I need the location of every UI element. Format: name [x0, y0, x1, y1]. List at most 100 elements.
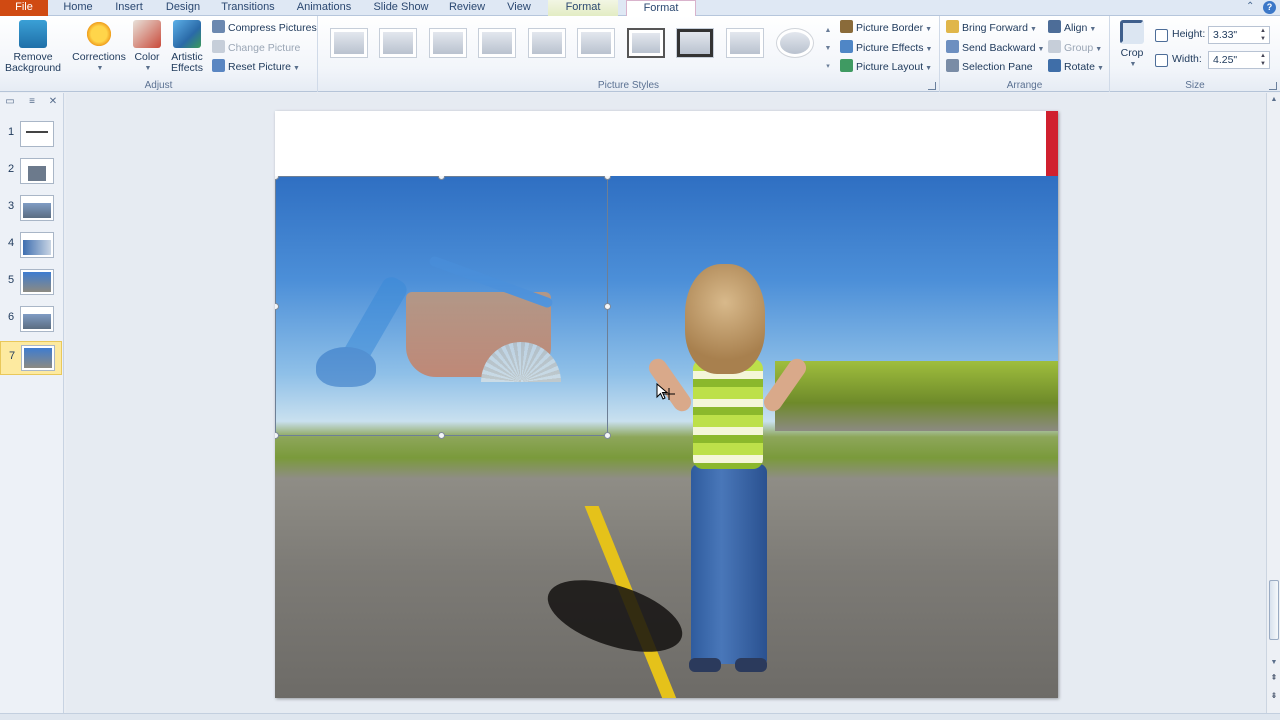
crop-button[interactable]: Crop ▼ — [1116, 20, 1148, 70]
slides-tab-icon[interactable]: ▭ — [4, 97, 16, 107]
send-backward-button[interactable]: Send Backward ▼ — [946, 40, 1044, 57]
group-button[interactable]: Group ▼ — [1048, 40, 1102, 57]
picture-style-1[interactable] — [330, 28, 368, 58]
group-icon — [1048, 40, 1061, 53]
slide-thumbnail-2[interactable]: 2 — [0, 155, 62, 189]
picture-style-8[interactable] — [676, 28, 714, 58]
color-button[interactable]: Color ▼ — [131, 20, 163, 74]
picture-style-4[interactable] — [478, 28, 516, 58]
tab-animations[interactable]: Animations — [292, 0, 356, 16]
height-value: 3.33" — [1213, 29, 1238, 41]
rotate-button[interactable]: Rotate ▼ — [1048, 59, 1104, 76]
tab-insert[interactable]: Insert — [110, 0, 148, 16]
slide-canvas[interactable] — [275, 111, 1058, 698]
height-spinner[interactable]: ▲ ▼ — [1260, 27, 1268, 43]
picture-border-button[interactable]: Picture Border ▼ — [840, 20, 932, 37]
tab-review[interactable]: Review — [446, 0, 488, 16]
tab-home[interactable]: Home — [60, 0, 96, 16]
compress-icon — [212, 20, 225, 33]
size-group: Crop ▼ Height: 3.33" ▲ ▼ Width: 4.25" ▲ ▼ … — [1110, 16, 1280, 92]
height-label: Height: — [1172, 28, 1206, 40]
chevron-down-icon: ▼ — [1029, 26, 1037, 33]
tab-slide-show[interactable]: Slide Show — [370, 0, 432, 16]
girl-road-photo[interactable] — [275, 176, 1058, 698]
compress-pictures-button[interactable]: Compress Pictures — [212, 20, 317, 37]
resize-handle-sw[interactable] — [275, 432, 279, 439]
tab-format-drawing[interactable]: Format — [548, 0, 618, 16]
slide-thumbnail-4[interactable]: 4 — [0, 229, 62, 263]
align-icon — [1048, 20, 1061, 33]
picture-style-5[interactable] — [528, 28, 566, 58]
resize-handle-se[interactable] — [604, 432, 611, 439]
remove-background-button[interactable]: Remove Background — [4, 20, 62, 74]
resize-handle-ne[interactable] — [604, 176, 611, 180]
scroll-down-icon[interactable]: ▼ — [1267, 656, 1280, 670]
gallery-up-icon[interactable]: ▲ — [823, 22, 833, 40]
bring-forward-label: Bring Forward — [962, 22, 1028, 34]
slide-thumbnail-7[interactable]: 7 — [0, 341, 62, 375]
tab-transitions[interactable]: Transitions — [218, 0, 278, 16]
change-picture-button[interactable]: Change Picture — [212, 40, 300, 57]
chevron-down-icon: ▼ — [925, 65, 933, 72]
outline-tab-icon[interactable]: ≡ — [26, 97, 38, 107]
artistic-effects-icon — [173, 20, 201, 48]
slide-thumbnail-1[interactable]: 1 — [0, 118, 62, 152]
width-spinner[interactable]: ▲ ▼ — [1260, 52, 1268, 68]
corrections-button[interactable]: Corrections ▼ — [70, 20, 128, 74]
vertical-scrollbar[interactable]: ▲ ▼ ⇞ ⇟ — [1266, 93, 1280, 713]
picture-style-6[interactable] — [577, 28, 615, 58]
picture-style-10[interactable] — [776, 28, 814, 58]
picture-styles-dialog-launcher-icon[interactable] — [928, 82, 936, 90]
help-icon[interactable]: ? — [1263, 1, 1276, 14]
slide-number: 6 — [8, 311, 15, 323]
height-icon — [1155, 29, 1168, 42]
picture-style-7[interactable] — [627, 28, 665, 58]
adjust-group-label: Adjust — [144, 80, 173, 91]
slide-thumbnail-5[interactable]: 5 — [0, 266, 62, 300]
artistic-effects-button[interactable]: Artistic Effects — [166, 20, 208, 74]
artistic-effects-label: Artistic Effects — [171, 51, 203, 74]
height-input[interactable]: 3.33" ▲ ▼ — [1208, 26, 1270, 44]
close-pane-icon[interactable]: ✕ — [47, 97, 59, 107]
previous-slide-icon[interactable]: ⇞ — [1267, 673, 1280, 687]
picture-style-9[interactable] — [726, 28, 764, 58]
tab-view[interactable]: View — [502, 0, 536, 16]
picture-style-2[interactable] — [379, 28, 417, 58]
width-input[interactable]: 4.25" ▲ ▼ — [1208, 51, 1270, 69]
selected-bucket-picture[interactable] — [275, 176, 611, 439]
bring-forward-icon — [946, 20, 959, 33]
picture-style-3[interactable] — [429, 28, 467, 58]
gallery-more-icon[interactable]: ▾ — [823, 58, 833, 76]
slide-preview — [20, 121, 54, 147]
tab-file[interactable]: File — [0, 0, 48, 16]
selection-pane-icon — [946, 59, 959, 72]
move-cursor-icon — [656, 382, 675, 400]
selection-pane-button[interactable]: Selection Pane — [946, 59, 1033, 76]
slide-thumbnail-6[interactable]: 6 — [0, 303, 62, 337]
tab-design[interactable]: Design — [162, 0, 204, 16]
reset-picture-button[interactable]: Reset Picture ▼ — [212, 59, 300, 76]
size-dialog-launcher-icon[interactable] — [1269, 82, 1277, 90]
minimize-ribbon-icon[interactable]: ⌃ — [1246, 1, 1258, 13]
remove-background-label: Remove Background — [4, 51, 62, 74]
picture-layout-icon — [840, 59, 853, 72]
bring-forward-button[interactable]: Bring Forward ▼ — [946, 20, 1037, 37]
gallery-scroll: ▲ ▼ ▾ — [823, 22, 833, 78]
remove-background-icon — [19, 20, 47, 48]
slide-number: 7 — [9, 350, 16, 362]
chevron-down-icon: ▼ — [1096, 65, 1104, 72]
picture-effects-button[interactable]: Picture Effects ▼ — [840, 40, 932, 57]
picture-layout-button[interactable]: Picture Layout ▼ — [840, 59, 932, 76]
tab-format-picture[interactable]: Format — [626, 0, 696, 17]
align-button[interactable]: Align ▼ — [1048, 20, 1096, 37]
scroll-up-icon[interactable]: ▲ — [1267, 93, 1280, 107]
slide-thumbnail-3[interactable]: 3 — [0, 192, 62, 226]
gallery-down-icon[interactable]: ▼ — [823, 40, 833, 58]
ribbon-tab-bar: File Home Insert Design Transitions Anim… — [0, 0, 1280, 17]
scroll-thumb[interactable] — [1269, 580, 1279, 640]
resize-handle-s[interactable] — [438, 432, 445, 439]
size-group-label: Size — [1185, 80, 1205, 91]
resize-handle-e[interactable] — [604, 303, 611, 310]
next-slide-icon[interactable]: ⇟ — [1267, 691, 1280, 705]
color-icon — [133, 20, 161, 48]
